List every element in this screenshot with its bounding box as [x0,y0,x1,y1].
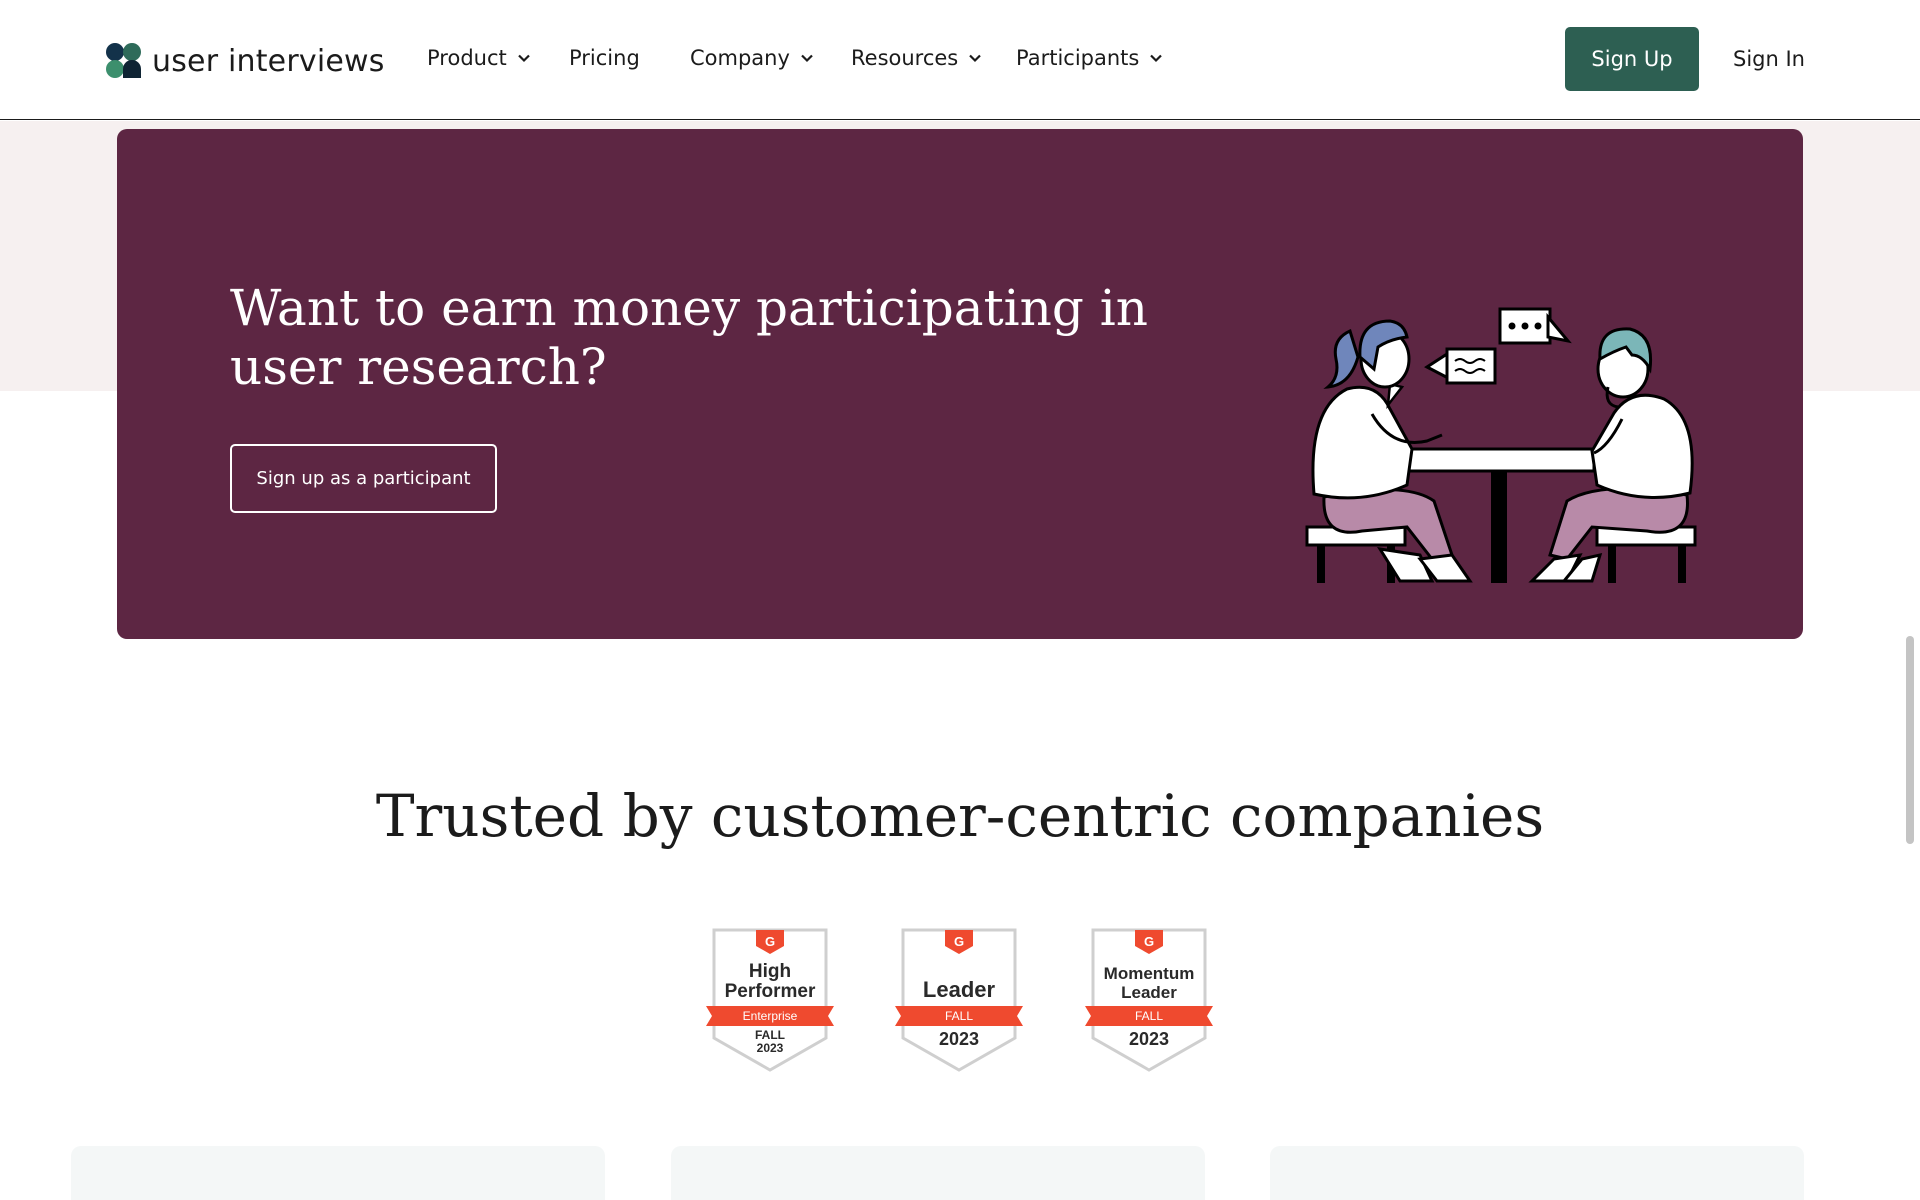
badge-title: Momentum Leader [1103,964,1195,1002]
badge-ribbon: FALL [1134,1009,1164,1023]
nav-item-resources[interactable]: Resources [851,46,983,70]
nav-item-pricing[interactable]: Pricing [569,46,640,70]
g2-badge-leader: G Leader FALL 2023 [895,928,1023,1073]
site-header: user interviews Product Pricing Company … [0,0,1920,120]
nav-item-label: Company [690,46,790,70]
badge-title: Leader [922,977,996,1002]
g2-badge-high-performer: G High Performer Enterprise FALL 2023 [706,928,834,1073]
svg-text:G: G [954,934,964,949]
sign-up-participant-button[interactable]: Sign up as a participant [230,444,497,513]
badge-season: FALL 2023 [755,1028,785,1055]
nav-item-label: Product [427,46,507,70]
g2-badges: G High Performer Enterprise FALL 2023 G … [0,928,1920,1073]
sign-up-button[interactable]: Sign Up [1565,27,1699,91]
nav-item-label: Pricing [569,46,640,70]
badge-ribbon: Enterprise [742,1009,798,1023]
badge-year: 2023 [938,1029,980,1049]
badge-title: High Performer [724,961,816,1002]
banner-title: Want to earn money participating in user… [230,279,1148,396]
sign-in-link[interactable]: Sign In [1733,47,1805,71]
logo-mark-icon [106,43,142,79]
scrollbar-thumb[interactable] [1906,636,1914,844]
chevron-down-icon [967,50,983,66]
logo[interactable]: user interviews [106,43,385,79]
svg-text:G: G [1144,934,1154,949]
chevron-down-icon [516,50,532,66]
testimonial-card [71,1146,605,1200]
nav-item-product[interactable]: Product [427,46,532,70]
trusted-title: Trusted by customer-centric companies [375,782,1545,850]
nav-item-label: Resources [851,46,959,70]
nav-item-label: Participants [1016,46,1140,70]
svg-text:G: G [765,934,775,949]
chevron-down-icon [1148,50,1164,66]
badge-year: 2023 [1128,1029,1170,1049]
nav-item-company[interactable]: Company [690,46,815,70]
participant-banner: Want to earn money participating in user… [117,129,1803,639]
nav-item-participants[interactable]: Participants [1016,46,1164,70]
testimonial-card [671,1146,1205,1200]
chevron-down-icon [799,50,815,66]
testimonial-card [1270,1146,1804,1200]
logo-text: user interviews [152,43,385,79]
people-talking-illustration [1305,307,1697,583]
g2-badge-momentum-leader: G Momentum Leader FALL 2023 [1085,928,1213,1073]
badge-ribbon: FALL [944,1009,974,1023]
